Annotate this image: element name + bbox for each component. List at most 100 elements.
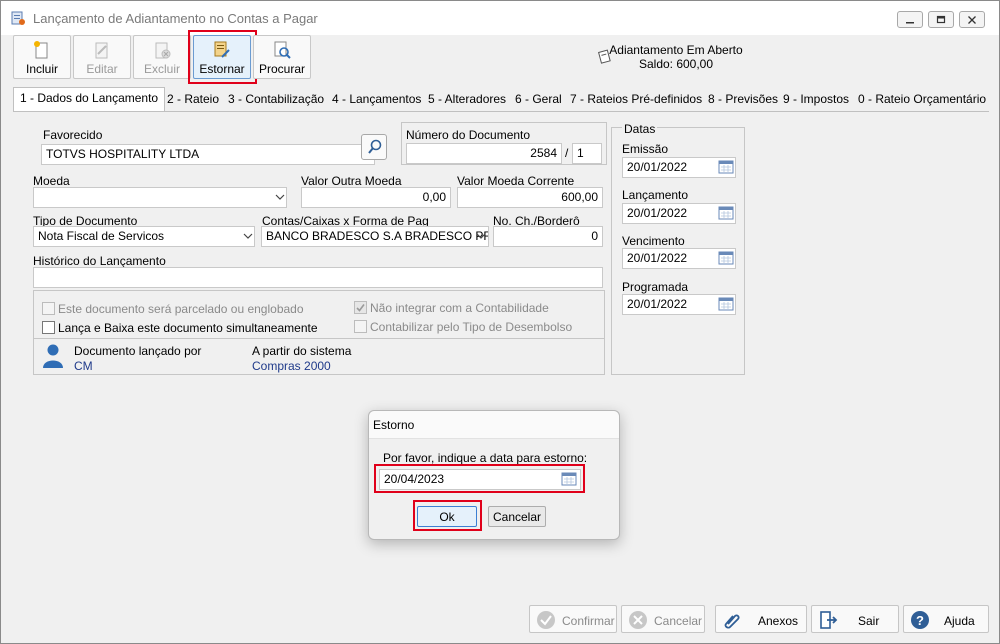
confirmar-label: Confirmar bbox=[562, 614, 615, 628]
procurar-label: Procurar bbox=[258, 62, 305, 76]
delete-icon bbox=[155, 42, 171, 59]
close-window-button[interactable] bbox=[959, 11, 985, 28]
chevron-down-icon bbox=[476, 233, 486, 239]
tab-impostos[interactable]: 9 - Impostos bbox=[777, 89, 855, 111]
calendar-icon[interactable] bbox=[718, 206, 734, 220]
emissao-label: Emissão bbox=[622, 142, 669, 156]
new-document-icon bbox=[34, 41, 48, 59]
tab-alteradores[interactable]: 5 - Alteradores bbox=[422, 89, 512, 111]
status-box: Adiantamento Em Aberto Saldo: 600,00 bbox=[591, 43, 761, 71]
noch-field[interactable]: 0 bbox=[493, 226, 603, 247]
cancel-circle-icon bbox=[629, 611, 647, 629]
tab-previsoes[interactable]: 8 - Previsões bbox=[702, 89, 784, 111]
datas-group: Datas Emissão 20/01/2022 Lançamento 20/0… bbox=[611, 122, 745, 375]
excluir-label: Excluir bbox=[143, 62, 180, 76]
nao-integrar-checkbox[interactable] bbox=[354, 301, 367, 314]
moeda-select[interactable] bbox=[33, 187, 287, 208]
partir-value: Compras 2000 bbox=[252, 359, 331, 373]
favorecido-search-button[interactable] bbox=[361, 134, 387, 160]
lanca-baixa-checkbox[interactable] bbox=[42, 321, 55, 334]
tab-contabilizacao[interactable]: 3 - Contabilização bbox=[222, 89, 330, 111]
parcelado-label: Este documento será parcelado ou engloba… bbox=[58, 302, 304, 316]
valor-outra-field[interactable]: 0,00 bbox=[301, 187, 451, 208]
tab-lancamentos[interactable]: 4 - Lançamentos bbox=[326, 89, 427, 111]
cancelar-button[interactable]: Cancelar bbox=[621, 605, 705, 633]
numdoc-label: Número do Documento bbox=[406, 128, 531, 142]
historico-field[interactable] bbox=[33, 267, 603, 288]
programada-label: Programada bbox=[622, 280, 689, 294]
status-line-2: Saldo: 600,00 bbox=[638, 57, 714, 71]
sair-label: Sair bbox=[858, 614, 880, 628]
lancamento-label: Lançamento bbox=[622, 188, 689, 202]
excluir-button[interactable]: Excluir bbox=[133, 35, 191, 79]
anexos-label: Anexos bbox=[758, 614, 799, 628]
favorecido-label: Favorecido bbox=[43, 128, 103, 142]
dialog-title: Estorno bbox=[369, 411, 619, 439]
tab-geral[interactable]: 6 - Geral bbox=[509, 89, 568, 111]
contabilizar-checkbox[interactable] bbox=[354, 320, 367, 333]
tab-rateios-predefinidos[interactable]: 7 - Rateios Pré-definidos bbox=[564, 89, 708, 111]
nao-integrar-label: Não integrar com a Contabilidade bbox=[370, 301, 549, 315]
ajuda-button[interactable]: ? Ajuda bbox=[903, 605, 989, 633]
status-line-1: Adiantamento Em Aberto bbox=[609, 43, 743, 57]
minimize-icon bbox=[906, 21, 914, 23]
vencimento-label: Vencimento bbox=[622, 234, 685, 248]
favorecido-group: Favorecido TOTVS HOSPITALITY LTDA bbox=[33, 122, 405, 165]
calendar-icon[interactable] bbox=[718, 160, 734, 174]
calendar-icon[interactable] bbox=[718, 251, 734, 265]
tab-rateio-orcamentario[interactable]: 0 - Rateio Orçamentário bbox=[852, 89, 992, 111]
calendar-icon[interactable] bbox=[718, 297, 734, 311]
dialog-prompt: Por favor, indique a data para estorno: bbox=[383, 451, 588, 465]
chevron-down-icon bbox=[275, 194, 285, 200]
restore-icon bbox=[936, 15, 946, 23]
estornar-highlight bbox=[188, 30, 257, 84]
user-icon bbox=[43, 344, 63, 368]
cancel-button[interactable]: Cancelar bbox=[488, 506, 546, 527]
divider bbox=[34, 338, 604, 339]
cancelar-label: Cancelar bbox=[654, 614, 703, 628]
numdoc-field[interactable]: 2584 bbox=[406, 143, 562, 164]
ok-highlight bbox=[413, 500, 482, 531]
help-icon: ? bbox=[911, 611, 929, 629]
confirmar-button[interactable]: Confirmar bbox=[529, 605, 617, 633]
minimize-button[interactable] bbox=[897, 11, 923, 28]
favorecido-field[interactable]: TOTVS HOSPITALITY LTDA bbox=[41, 144, 375, 165]
sair-button[interactable]: Sair bbox=[811, 605, 899, 633]
tipodoc-select[interactable]: Nota Fiscal de Servicos bbox=[33, 226, 255, 247]
maximize-button[interactable] bbox=[928, 11, 954, 28]
numdoc-separator: / bbox=[565, 146, 569, 160]
editar-label: Editar bbox=[86, 62, 118, 76]
procurar-button[interactable]: Procurar bbox=[253, 35, 311, 79]
svg-text:?: ? bbox=[916, 613, 924, 628]
main-window: Lançamento de Adiantamento no Contas a P… bbox=[0, 0, 1000, 644]
edit-icon bbox=[95, 42, 108, 59]
moeda-label: Moeda bbox=[33, 174, 70, 188]
lanca-baixa-label: Lança e Baixa este documento simultaneam… bbox=[58, 321, 318, 335]
contabilizar-label: Contabilizar pelo Tipo de Desembolso bbox=[370, 320, 573, 334]
incluir-label: Incluir bbox=[25, 62, 58, 76]
historico-label: Histórico do Lançamento bbox=[33, 254, 166, 268]
chevron-down-icon bbox=[243, 233, 253, 239]
app-icon bbox=[11, 11, 25, 25]
estorno-dialog: Estorno Por favor, indique a data para e… bbox=[368, 410, 620, 540]
lancado-por-label: Documento lançado por bbox=[74, 344, 202, 358]
editar-button[interactable]: Editar bbox=[73, 35, 131, 79]
contas-select[interactable]: BANCO BRADESCO S.A BRADESCO PRIM bbox=[261, 226, 489, 247]
anexos-button[interactable]: Anexos bbox=[715, 605, 807, 633]
numdoc-parcela-field[interactable]: 1 bbox=[572, 143, 602, 164]
incluir-button[interactable]: Incluir bbox=[13, 35, 71, 79]
ajuda-label: Ajuda bbox=[944, 614, 975, 628]
valor-outra-label: Valor Outra Moeda bbox=[301, 174, 402, 188]
exit-icon bbox=[820, 611, 838, 629]
search-icon bbox=[368, 139, 382, 154]
datas-title: Datas bbox=[622, 122, 658, 136]
tab-dados-lancamento[interactable]: 1 - Dados do Lançamento bbox=[13, 87, 166, 111]
parcelado-checkbox[interactable] bbox=[42, 302, 55, 315]
lancado-por-value: CM bbox=[74, 359, 93, 373]
valor-corrente-field[interactable]: 600,00 bbox=[457, 187, 603, 208]
title-bar: Lançamento de Adiantamento no Contas a P… bbox=[1, 1, 999, 35]
tab-rateio[interactable]: 2 - Rateio bbox=[161, 89, 225, 111]
search-document-icon bbox=[274, 41, 291, 59]
date-highlight bbox=[374, 464, 585, 493]
paperclip-icon bbox=[724, 614, 740, 629]
